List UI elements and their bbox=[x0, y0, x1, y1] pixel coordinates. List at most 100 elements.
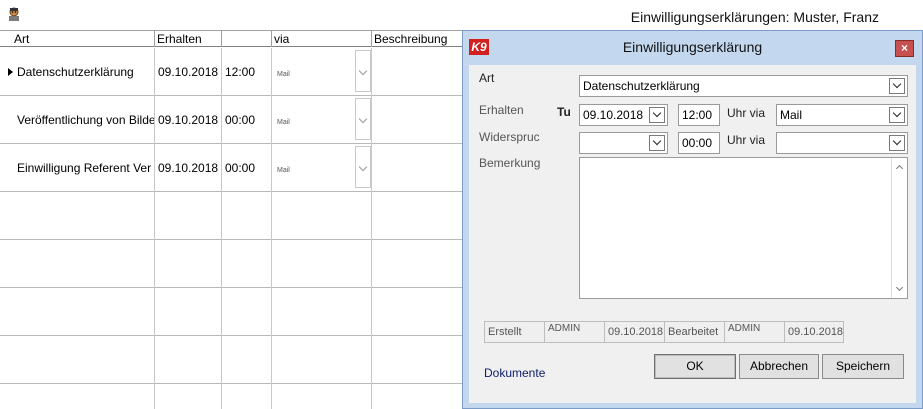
chevron-down-icon bbox=[652, 136, 662, 146]
cell-date[interactable] bbox=[155, 336, 222, 384]
table-row-empty[interactable] bbox=[0, 240, 462, 288]
dialog-titlebar[interactable]: K9 Einwilligungserklärung × bbox=[463, 31, 922, 61]
cell-via[interactable] bbox=[272, 384, 372, 409]
art-select[interactable]: Datenschutzerklärung bbox=[579, 75, 908, 97]
bemerkung-scrollbar[interactable] bbox=[891, 158, 907, 298]
save-button[interactable]: Speichern bbox=[822, 354, 904, 379]
cell-art[interactable]: Datenschutzerklärung bbox=[14, 48, 155, 96]
consent-dialog: K9 Einwilligungserklärung × Art Datensch… bbox=[462, 30, 923, 409]
cell-art[interactable] bbox=[14, 240, 155, 288]
chevron-down-icon bbox=[358, 66, 368, 76]
column-header-via[interactable]: via bbox=[272, 31, 372, 47]
cell-via[interactable] bbox=[272, 192, 372, 240]
erstellt-label: Erstellt bbox=[484, 321, 546, 343]
bearbeitet-label: Bearbeitet bbox=[664, 321, 726, 343]
cell-beschreibung[interactable] bbox=[372, 288, 462, 336]
cell-beschreibung[interactable] bbox=[372, 144, 462, 192]
erhalten-date-dropdown-button[interactable] bbox=[649, 107, 665, 123]
consent-grid[interactable]: Art Erhalten via Beschreibung Datenschut… bbox=[0, 30, 462, 409]
cell-art[interactable] bbox=[14, 288, 155, 336]
widerspruch-time-field[interactable]: 00:00 bbox=[678, 132, 720, 154]
cell-via[interactable] bbox=[272, 240, 372, 288]
current-row-indicator-icon bbox=[8, 68, 13, 76]
cell-time[interactable] bbox=[222, 240, 272, 288]
table-row-empty[interactable] bbox=[0, 192, 462, 240]
app-window: Einwilligungserklärungen: Muster, Franz … bbox=[0, 0, 923, 409]
cell-date[interactable] bbox=[155, 288, 222, 336]
via-dropdown-button[interactable] bbox=[355, 50, 371, 92]
erstellt-date: 09.10.2018 bbox=[604, 321, 666, 343]
via-dropdown-button[interactable] bbox=[355, 98, 371, 140]
cell-via[interactable] bbox=[272, 336, 372, 384]
cell-art[interactable] bbox=[14, 192, 155, 240]
cell-beschreibung[interactable] bbox=[372, 192, 462, 240]
cell-beschreibung[interactable] bbox=[372, 96, 462, 144]
table-row-empty[interactable] bbox=[0, 336, 462, 384]
cell-time[interactable] bbox=[222, 192, 272, 240]
erstellt-user: ADMIN bbox=[544, 321, 606, 343]
cell-via[interactable] bbox=[272, 288, 372, 336]
cell-time[interactable]: 00:00 bbox=[222, 144, 272, 192]
table-row-empty[interactable] bbox=[0, 384, 462, 409]
erhalten-via-select[interactable]: Mail bbox=[776, 104, 908, 126]
bemerkung-textarea[interactable] bbox=[579, 157, 908, 299]
close-button[interactable]: × bbox=[895, 40, 914, 57]
widerspruch-label: Widerspruc bbox=[479, 130, 540, 144]
scroll-up-icon[interactable] bbox=[895, 164, 904, 173]
erhalten-date-field[interactable]: 09.10.2018 bbox=[579, 104, 668, 126]
column-header-beschreibung[interactable]: Beschreibung bbox=[372, 31, 462, 47]
cell-beschreibung[interactable] bbox=[372, 240, 462, 288]
erhalten-date-value: 09.10.2018 bbox=[583, 108, 644, 122]
cell-time[interactable] bbox=[222, 384, 272, 409]
bearbeitet-date: 09.10.2018 bbox=[784, 321, 844, 343]
erhalten-day: Tu bbox=[557, 105, 571, 119]
widerspruch-via-dropdown-button[interactable] bbox=[889, 135, 905, 151]
chevron-down-icon bbox=[358, 162, 368, 172]
via-dropdown-button[interactable] bbox=[355, 146, 371, 188]
cell-time[interactable] bbox=[222, 288, 272, 336]
table-row[interactable]: Veröffentlichung von Bilde 09.10.2018 00… bbox=[0, 96, 462, 144]
cell-date[interactable]: 09.10.2018 bbox=[155, 144, 222, 192]
cell-art[interactable]: Veröffentlichung von Bilde bbox=[14, 96, 155, 144]
cell-beschreibung[interactable] bbox=[372, 384, 462, 409]
scroll-down-icon[interactable] bbox=[895, 283, 904, 292]
cell-date[interactable] bbox=[155, 384, 222, 409]
table-row[interactable]: Einwilligung Referent Ver 09.10.2018 00:… bbox=[0, 144, 462, 192]
chevron-down-icon bbox=[892, 108, 902, 118]
worker-icon[interactable] bbox=[6, 6, 22, 22]
cell-via-text: Mail bbox=[277, 119, 290, 126]
cell-date[interactable]: 09.10.2018 bbox=[155, 96, 222, 144]
dialog-title: Einwilligungserklärung bbox=[622, 39, 763, 55]
widerspruch-via-select[interactable] bbox=[776, 132, 908, 154]
cell-time[interactable]: 00:00 bbox=[222, 96, 272, 144]
chevron-down-icon bbox=[358, 114, 368, 124]
erhalten-via-dropdown-button[interactable] bbox=[889, 107, 905, 123]
dokumente-link[interactable]: Dokumente bbox=[484, 366, 545, 380]
bearbeitet-user: ADMIN bbox=[724, 321, 786, 343]
cancel-button[interactable]: Abbrechen bbox=[739, 354, 819, 379]
art-value: Datenschutzerklärung bbox=[583, 79, 700, 93]
bemerkung-label: Bemerkung bbox=[479, 156, 541, 170]
cell-art[interactable]: Einwilligung Referent Ver bbox=[14, 144, 155, 192]
cell-date[interactable] bbox=[155, 240, 222, 288]
cell-date[interactable]: 09.10.2018 bbox=[155, 48, 222, 96]
cell-beschreibung[interactable] bbox=[372, 336, 462, 384]
grid-header: Art Erhalten via Beschreibung bbox=[0, 31, 462, 47]
table-row-empty[interactable] bbox=[0, 288, 462, 336]
cell-art[interactable] bbox=[14, 384, 155, 409]
cell-date[interactable] bbox=[155, 192, 222, 240]
art-dropdown-button[interactable] bbox=[889, 78, 905, 94]
cell-art[interactable] bbox=[14, 336, 155, 384]
ok-button[interactable]: OK bbox=[654, 354, 736, 379]
widerspruch-date-dropdown-button[interactable] bbox=[649, 135, 665, 151]
column-header-time[interactable] bbox=[222, 31, 272, 47]
cell-beschreibung[interactable] bbox=[372, 48, 462, 96]
widerspruch-date-field[interactable] bbox=[579, 132, 668, 154]
column-header-art[interactable]: Art bbox=[0, 31, 155, 47]
cell-time[interactable] bbox=[222, 336, 272, 384]
table-row[interactable]: Datenschutzerklärung 09.10.2018 12:00 Ma… bbox=[0, 48, 462, 96]
cell-time[interactable]: 12:00 bbox=[222, 48, 272, 96]
dialog-body: Art Datenschutzerklärung Erhalten Tu 09.… bbox=[469, 65, 916, 403]
erhalten-time-field[interactable]: 12:00 bbox=[678, 104, 720, 126]
column-header-erhalten[interactable]: Erhalten bbox=[155, 31, 222, 47]
